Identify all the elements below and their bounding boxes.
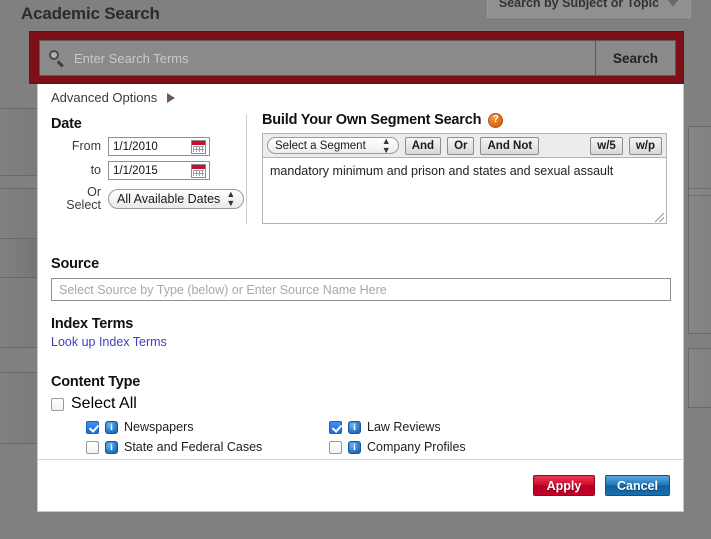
company-profiles-label: Company Profiles	[367, 440, 466, 454]
chevron-down-icon	[667, 0, 680, 7]
calendar-icon[interactable]	[191, 139, 206, 154]
segment-toolbar: Select a Segment ▲ ▼ And Or And Not w/5 w…	[262, 133, 667, 157]
date-from-input[interactable]	[111, 139, 191, 154]
search-input-wrap[interactable]	[40, 41, 595, 75]
subject-tab-label: Search by Subject or Topic	[498, 0, 660, 10]
backdrop-bottom-strip	[0, 512, 711, 539]
background-panel-artifact	[688, 188, 711, 334]
search-button[interactable]: Search	[595, 41, 675, 75]
content-type-item-company-profiles[interactable]: i Company Profiles	[329, 440, 572, 454]
info-icon[interactable]: i	[105, 420, 118, 434]
search-icon	[49, 50, 65, 68]
source-section-title: Source	[51, 256, 99, 272]
date-section: Date From to Or Select All Available Da	[51, 116, 259, 212]
content-type-options-grid: i Newspapers i Law Reviews i State and F…	[86, 420, 671, 454]
segment-button-or[interactable]: Or	[447, 136, 475, 155]
date-or-select-row: Or Select All Available Dates ▲ ▼	[51, 186, 259, 212]
date-to-label: to	[90, 163, 101, 177]
date-section-title: Date	[51, 116, 82, 132]
column-divider	[246, 114, 247, 224]
help-icon[interactable]: ?	[488, 112, 504, 128]
select-a-segment-dropdown[interactable]: Select a Segment ▲ ▼	[267, 135, 399, 155]
advanced-options-label: Advanced Options	[51, 90, 158, 105]
date-to-input[interactable]	[111, 163, 191, 178]
date-or-select-label: Or Select	[66, 185, 101, 212]
date-to-row: to	[51, 161, 259, 180]
segment-button-and-not[interactable]: And Not	[480, 136, 540, 155]
state-and-federal-cases-label: State and Federal Cases	[124, 440, 263, 454]
info-icon[interactable]: i	[348, 440, 361, 454]
law-reviews-label: Law Reviews	[367, 420, 441, 434]
content-type-section-title: Content Type	[51, 374, 141, 390]
segment-button-w5[interactable]: w/5	[590, 136, 623, 155]
source-section: Source	[51, 256, 671, 301]
date-from-row: From	[51, 137, 259, 156]
content-type-item-newspapers[interactable]: i Newspapers	[86, 420, 329, 434]
search-row: Search	[39, 40, 676, 76]
page-title: Academic Search	[21, 4, 160, 23]
background-panel-artifact	[688, 126, 711, 196]
law-reviews-checkbox[interactable]	[329, 420, 342, 434]
select-all-row[interactable]: Select All	[51, 395, 671, 413]
newspapers-checkbox[interactable]	[86, 420, 99, 434]
cancel-button[interactable]: Cancel	[605, 475, 670, 496]
date-from-label: From	[71, 139, 101, 153]
search-by-subject-or-topic-tab[interactable]: Search by Subject or Topic	[487, 0, 691, 18]
newspapers-label: Newspapers	[124, 420, 194, 434]
info-icon[interactable]: i	[105, 440, 118, 454]
background-panel-artifact	[0, 372, 40, 444]
advanced-options-toggle[interactable]: Advanced Options	[51, 90, 176, 105]
background-panel-artifact	[0, 108, 40, 176]
content-type-item-state-and-federal-cases[interactable]: i State and Federal Cases	[86, 440, 329, 454]
app-root: Academic Search Search by Subject or Top…	[0, 0, 711, 539]
segment-search-section: Build Your Own Segment Search ? Select a…	[262, 112, 667, 224]
select-a-segment-label: Select a Segment	[275, 139, 366, 152]
look-up-index-terms-link[interactable]: Look up Index Terms	[51, 335, 167, 349]
triangle-right-icon	[167, 92, 176, 103]
index-terms-section: Index Terms Look up Index Terms	[51, 316, 167, 351]
select-all-label: Select All	[71, 395, 137, 412]
panel-footer: Apply Cancel	[38, 459, 683, 511]
state-and-federal-cases-checkbox[interactable]	[86, 440, 99, 454]
index-terms-section-title: Index Terms	[51, 316, 134, 332]
all-available-dates-value: All Available Dates	[117, 192, 221, 206]
segment-section-title: Build Your Own Segment Search	[262, 112, 482, 128]
company-profiles-checkbox[interactable]	[329, 440, 342, 454]
segment-section-header: Build Your Own Segment Search ?	[262, 112, 667, 128]
select-all-checkbox[interactable]	[51, 397, 64, 411]
apply-button[interactable]: Apply	[533, 475, 595, 496]
advanced-search-panel: Advanced Options Date From to	[37, 84, 684, 512]
segment-button-wp[interactable]: w/p	[628, 136, 662, 155]
background-panel-artifact	[0, 238, 40, 348]
background-panel-artifact	[688, 348, 711, 408]
content-type-section: Content Type Select All i Newspapers i L…	[51, 374, 671, 454]
all-available-dates-select[interactable]: All Available Dates ▲ ▼	[108, 189, 245, 209]
segment-button-and[interactable]: And	[404, 136, 442, 155]
updown-arrows-icon: ▲ ▼	[226, 189, 236, 208]
search-band: Search	[29, 31, 684, 84]
updown-arrows-icon: ▲ ▼	[381, 135, 391, 155]
source-input[interactable]	[51, 278, 671, 301]
content-type-item-law-reviews[interactable]: i Law Reviews	[329, 420, 572, 434]
info-icon[interactable]: i	[348, 420, 361, 434]
search-input[interactable]	[72, 49, 595, 67]
calendar-icon[interactable]	[191, 163, 206, 178]
segment-query-textarea[interactable]: mandatory minimum and prison and states …	[262, 157, 667, 224]
date-from-field[interactable]	[108, 137, 210, 156]
date-to-field[interactable]	[108, 161, 210, 180]
